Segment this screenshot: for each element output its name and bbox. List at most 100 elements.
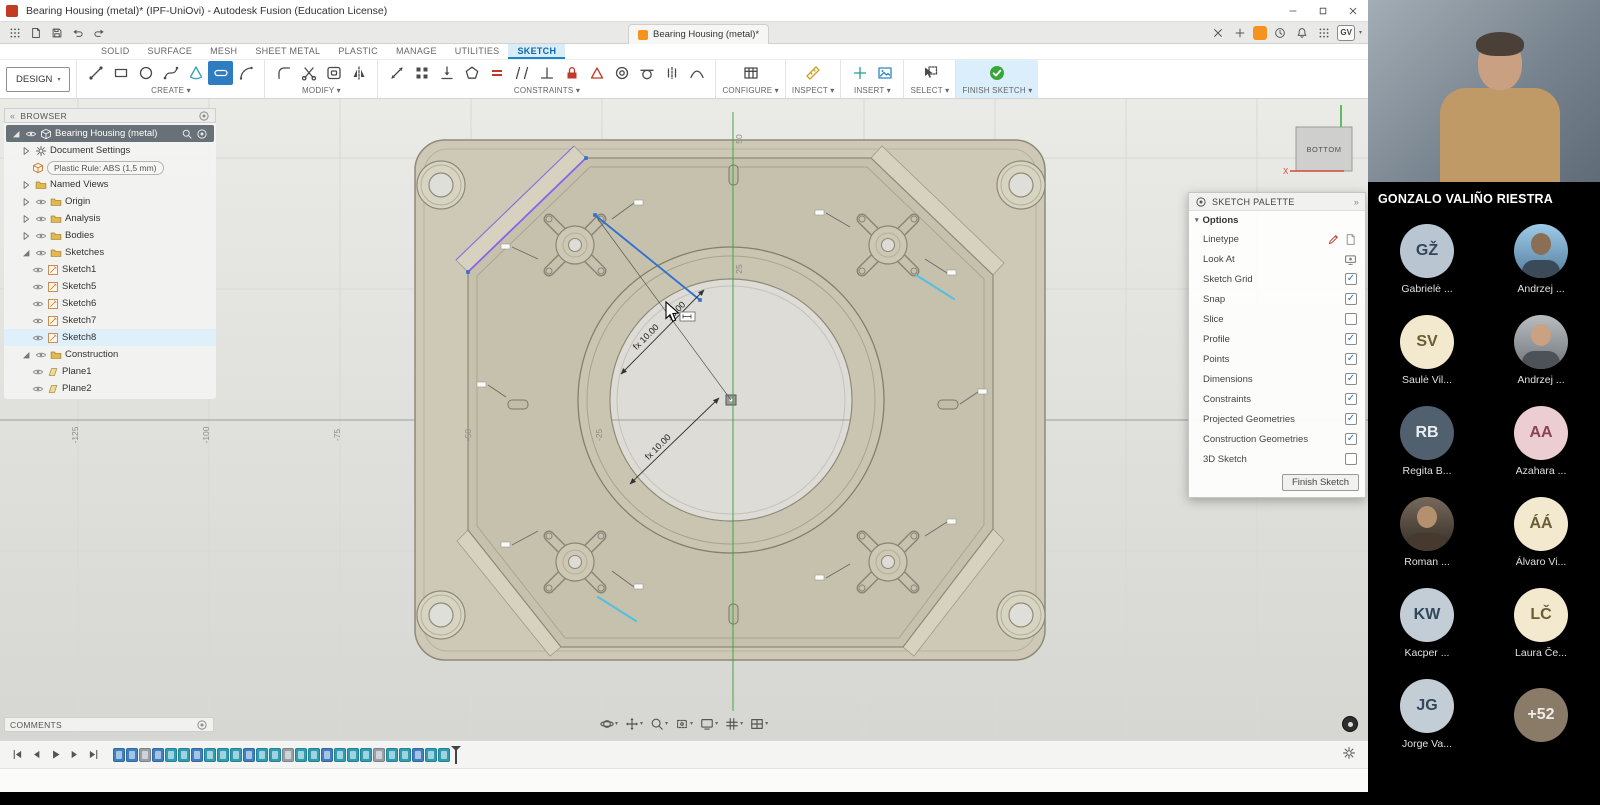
tangent-constraint-icon[interactable] — [634, 61, 659, 85]
finish-sketch-icon[interactable] — [985, 61, 1010, 85]
timeline-feature-icon[interactable] — [334, 748, 346, 762]
minimize-button[interactable] — [1278, 0, 1308, 21]
document-tab[interactable]: Bearing Housing (metal)* — [628, 24, 769, 44]
clock-icon[interactable] — [1271, 24, 1289, 42]
grid9-icon[interactable] — [6, 24, 24, 42]
tri-right-icon[interactable] — [20, 230, 32, 242]
tri-right-icon[interactable] — [20, 213, 32, 225]
eye-icon[interactable] — [32, 315, 44, 327]
timeline-feature-icon[interactable] — [269, 748, 281, 762]
radio-icon[interactable] — [196, 719, 208, 731]
timeline-feature-icon[interactable] — [165, 748, 177, 762]
perpendicular-constraint-icon[interactable] — [534, 61, 559, 85]
plus-icon[interactable] — [1231, 24, 1249, 42]
model-canvas[interactable]: fx 10.00 fx 10.00 10.00 -125 -100 -75 -5… — [0, 99, 1368, 740]
browser-item-bodies[interactable]: Bodies — [4, 227, 216, 244]
participant-tile-gabriel[interactable]: GŽGabrielė ... — [1370, 214, 1484, 305]
user-avatar[interactable]: GV — [1337, 25, 1355, 41]
browser-item-sketch6[interactable]: Sketch6 — [4, 295, 216, 312]
eye-icon[interactable] — [25, 128, 37, 140]
pencil-icon[interactable] — [1327, 233, 1340, 246]
equal-constraint-icon[interactable] — [484, 61, 509, 85]
browser-item-sketch5[interactable]: Sketch5 — [4, 278, 216, 295]
nav-orbit-button[interactable]: ▾ — [598, 715, 620, 732]
eye-icon[interactable] — [32, 383, 44, 395]
browser-item-construction[interactable]: Construction — [4, 346, 216, 363]
browser-item-sketch8[interactable]: Sketch8 — [4, 329, 216, 346]
comments-bar[interactable]: COMMENTS — [4, 717, 214, 732]
finish-sketch-button[interactable]: Finish Sketch — [1282, 474, 1359, 491]
timeline-feature-icon[interactable] — [425, 748, 437, 762]
participant-tile-jorge-va[interactable]: JGJorge Va... — [1370, 669, 1484, 760]
radio-icon[interactable] — [198, 110, 210, 122]
symmetry-constraint-icon[interactable] — [659, 61, 684, 85]
3d-sketch-checkbox[interactable] — [1345, 453, 1357, 465]
toolbar-group-label[interactable]: CONSTRAINTS ▾ — [514, 86, 580, 95]
timeline-feature-icon[interactable] — [321, 748, 333, 762]
select-cursor-icon[interactable] — [917, 61, 942, 85]
toolbar-group-label[interactable]: CREATE ▾ — [151, 86, 191, 95]
timeline-feature-icon[interactable] — [204, 748, 216, 762]
timeline-feature-icon[interactable] — [373, 748, 385, 762]
timeline-feature-icon[interactable] — [230, 748, 242, 762]
timeline-feature-icon[interactable] — [295, 748, 307, 762]
step-fwd-button[interactable] — [65, 746, 84, 763]
fillet-tool-icon[interactable] — [271, 61, 296, 85]
nav-pan-button[interactable]: ▾ — [623, 715, 645, 732]
eye-icon[interactable] — [32, 298, 44, 310]
browser-item-analysis[interactable]: Analysis — [4, 210, 216, 227]
toolbar-group-label[interactable]: MODIFY ▾ — [302, 86, 341, 95]
arc-tool-icon[interactable] — [233, 61, 258, 85]
curvature-constraint-icon[interactable] — [684, 61, 709, 85]
browser-item-origin[interactable]: Origin — [4, 193, 216, 210]
rectangular-pattern-icon[interactable] — [409, 61, 434, 85]
eye-icon[interactable] — [35, 349, 47, 361]
participant-tile-roman[interactable]: Roman ... — [1370, 487, 1484, 578]
radio-icon[interactable] — [196, 128, 208, 140]
eye-icon[interactable] — [35, 247, 47, 259]
tri-exp-icon[interactable] — [20, 349, 32, 361]
browser-item-plane2[interactable]: Plane2 — [4, 380, 216, 397]
palette-header[interactable]: SKETCH PALETTE » — [1189, 193, 1365, 211]
file-icon[interactable] — [27, 24, 45, 42]
configure-table-icon[interactable] — [738, 61, 763, 85]
eye-icon[interactable] — [32, 366, 44, 378]
undo-icon[interactable] — [69, 24, 87, 42]
projected-geometries-checkbox[interactable]: ✓ — [1345, 413, 1357, 425]
parallel-constraint-icon[interactable] — [509, 61, 534, 85]
eye-icon[interactable] — [35, 196, 47, 208]
spline-tool-icon[interactable] — [158, 61, 183, 85]
timeline-position-marker[interactable] — [455, 746, 457, 764]
part-bearing-housing[interactable] — [415, 140, 1045, 660]
bell-icon[interactable] — [1293, 24, 1311, 42]
timeline-feature-icon[interactable] — [360, 748, 372, 762]
nav-display-button[interactable]: ▾ — [698, 715, 720, 732]
trim-tool-icon[interactable] — [296, 61, 321, 85]
participant-tile-andrzej[interactable]: Andrzej ... — [1484, 214, 1598, 305]
sketch-dimension-icon[interactable] — [384, 61, 409, 85]
browser-item-named-views[interactable]: Named Views — [4, 176, 216, 193]
browser-item-bearing-housing-metal[interactable]: Bearing Housing (metal) — [6, 125, 214, 142]
nav-zoom-button[interactable]: ▾ — [648, 715, 670, 732]
toolbar-group-label[interactable]: CONFIGURE ▾ — [722, 86, 778, 95]
save-icon[interactable] — [48, 24, 66, 42]
participant-tile-saul-vil[interactable]: SVSaulė Vil... — [1370, 305, 1484, 396]
tri-right-icon[interactable] — [20, 196, 32, 208]
tri-right-icon[interactable] — [20, 179, 32, 191]
eye-icon[interactable] — [35, 230, 47, 242]
ribbon-tab-plastic[interactable]: PLASTIC — [329, 44, 387, 59]
timeline-feature-icon[interactable] — [386, 748, 398, 762]
participant-tile-52[interactable]: +52 — [1484, 669, 1598, 760]
participant-tile-laura-e[interactable]: LČLaura Če... — [1484, 578, 1598, 669]
tri-right-icon[interactable] — [20, 145, 32, 157]
collapse-left-icon[interactable]: « — [10, 111, 15, 121]
browser-item-plane1[interactable]: Plane1 — [4, 363, 216, 380]
eye-icon[interactable] — [32, 332, 44, 344]
participant-tile-kacper[interactable]: KWKacper ... — [1370, 578, 1484, 669]
browser-item-plastic-rule-abs-1-5-mm[interactable]: Plastic Rule: ABS (1,5 mm) — [4, 159, 216, 176]
project-geometry-icon[interactable] — [434, 61, 459, 85]
timeline-feature-icon[interactable] — [347, 748, 359, 762]
browser-item-sketch1[interactable]: Sketch1 — [4, 261, 216, 278]
skip-start-button[interactable] — [8, 746, 27, 763]
concentric-constraint-icon[interactable] — [609, 61, 634, 85]
